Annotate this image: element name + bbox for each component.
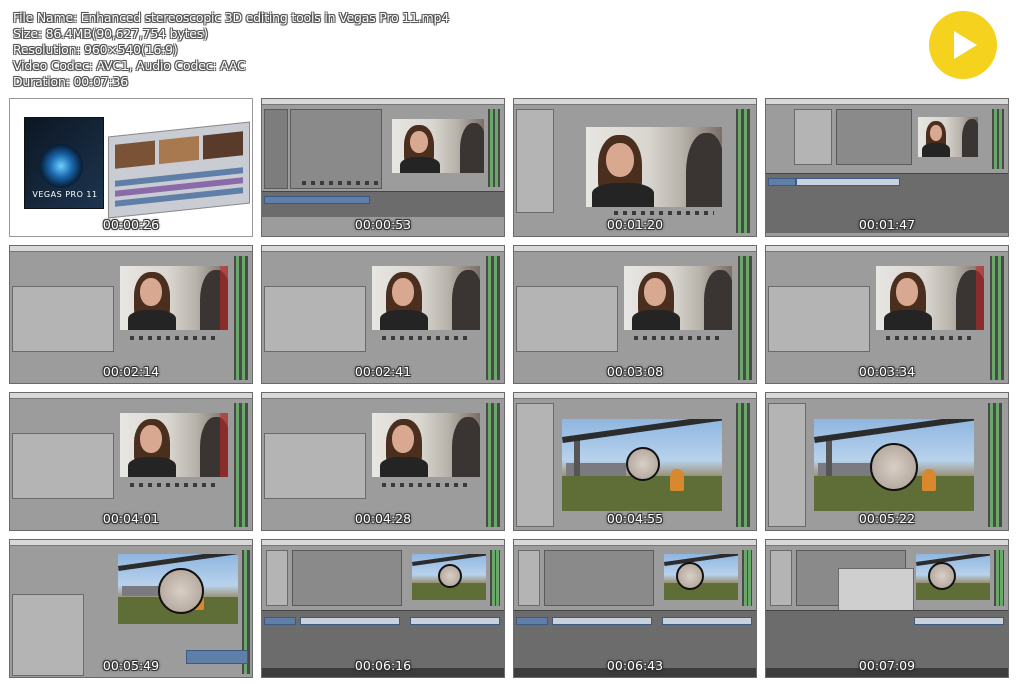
file-size-line: Size: 86.4MB(90,627,754 bytes): [13, 26, 208, 41]
thumbnail-grid: VEGAS PRO 11 00:00:26 00:00:53 00:01:20 …: [9, 98, 1011, 678]
timestamp: 00:00:53: [354, 217, 412, 232]
timestamp: 00:03:08: [606, 364, 664, 379]
timestamp: 00:04:01: [102, 511, 160, 526]
timestamp: 00:04:55: [606, 511, 664, 526]
thumbnail-7[interactable]: 00:03:08: [513, 245, 757, 384]
thumbnail-10[interactable]: 00:04:28: [261, 392, 505, 531]
thumbnail-11[interactable]: 00:04:55: [513, 392, 757, 531]
duration-line: Duration: 00:07:36: [13, 74, 129, 89]
timestamp: 00:02:14: [102, 364, 160, 379]
thumbnail-3[interactable]: 00:01:20: [513, 98, 757, 237]
thumbnail-15[interactable]: 00:06:43: [513, 539, 757, 678]
box-art-title: VEGAS PRO 11: [32, 190, 98, 199]
timestamp: 00:07:09: [858, 658, 916, 673]
timestamp: 00:05:49: [102, 658, 160, 673]
timestamp: 00:05:22: [858, 511, 916, 526]
resolution-line: Resolution: 960×540(16:9): [13, 42, 178, 57]
vegas-logo-icon: [39, 144, 83, 188]
thumbnail-13[interactable]: 00:05:49: [9, 539, 253, 678]
file-name-line: File Name: Enhanced stereoscopic 3D edit…: [13, 10, 450, 25]
timestamp: 00:01:20: [606, 217, 664, 232]
thumbnail-4[interactable]: 00:01:47: [765, 98, 1009, 237]
thumbnail-8[interactable]: 00:03:34: [765, 245, 1009, 384]
codec-line: Video Codec: AVC1, Audio Codec: AAC: [13, 58, 246, 73]
thumbnail-6[interactable]: 00:02:41: [261, 245, 505, 384]
timestamp: 00:01:47: [858, 217, 916, 232]
thumbnail-5[interactable]: 00:02:14: [9, 245, 253, 384]
thumbnail-12[interactable]: 00:05:22: [765, 392, 1009, 531]
timestamp: 00:04:28: [354, 511, 412, 526]
timestamp: 00:02:41: [354, 364, 412, 379]
timestamp: 00:03:34: [858, 364, 916, 379]
timestamp: 00:06:16: [354, 658, 412, 673]
timestamp: 00:06:43: [606, 658, 664, 673]
play-icon: [954, 31, 977, 59]
thumbnail-14[interactable]: 00:06:16: [261, 539, 505, 678]
thumbnail-2[interactable]: 00:00:53: [261, 98, 505, 237]
box-art: VEGAS PRO 11: [24, 117, 104, 209]
thumbnail-16[interactable]: 00:07:09: [765, 539, 1009, 678]
thumbnail-1[interactable]: VEGAS PRO 11 00:00:26: [9, 98, 253, 237]
file-info: File Name: Enhanced stereoscopic 3D edit…: [13, 10, 449, 90]
timestamp: 00:00:26: [102, 217, 160, 232]
play-button[interactable]: [929, 11, 997, 79]
box-screenshot: [108, 121, 250, 219]
thumbnail-9[interactable]: 00:04:01: [9, 392, 253, 531]
